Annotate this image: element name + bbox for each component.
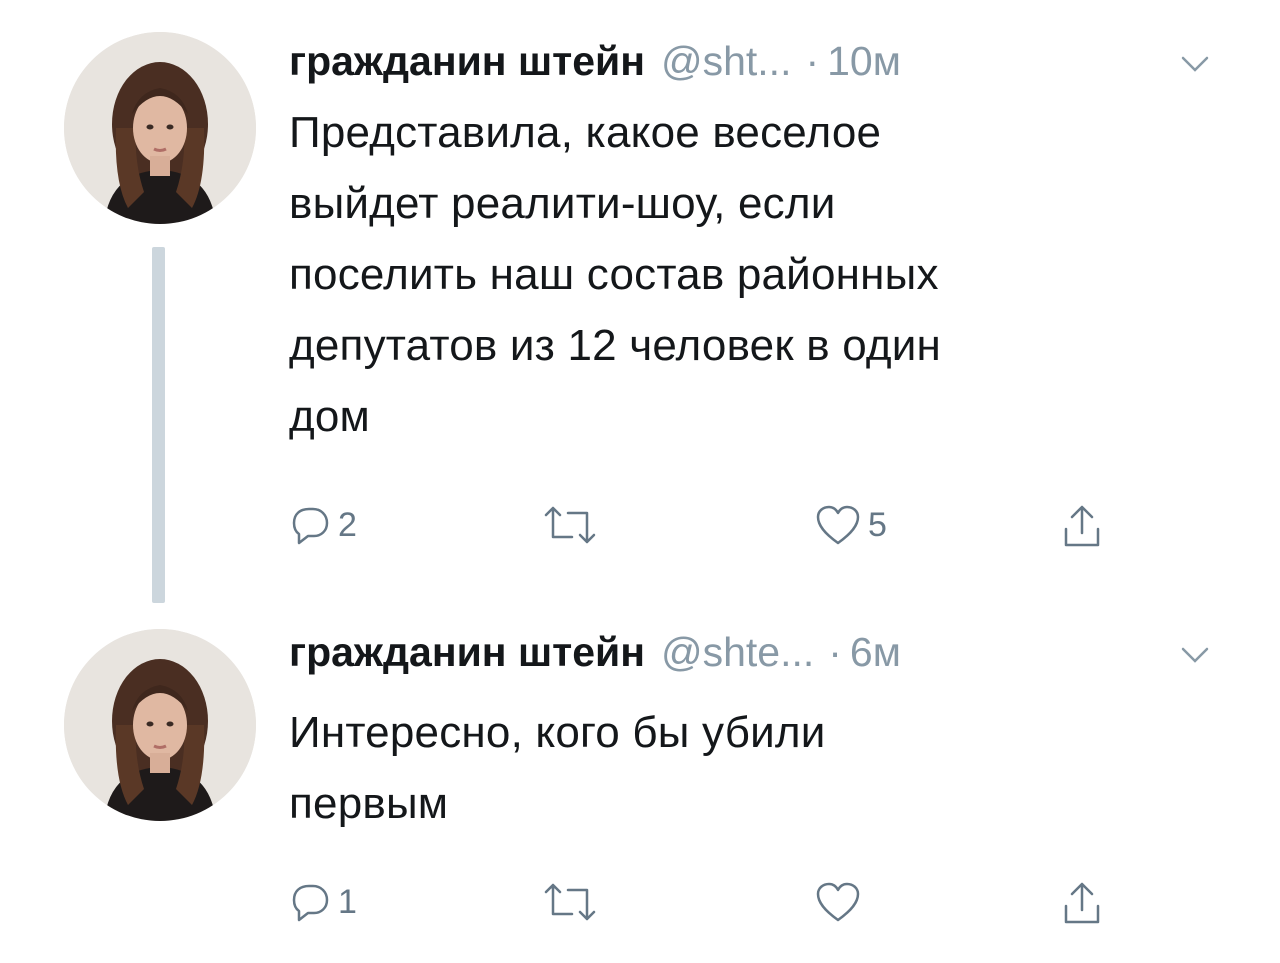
- separator-dot: ·: [805, 37, 820, 84]
- thread-line: [152, 247, 165, 603]
- heart-icon: [814, 503, 862, 547]
- display-name[interactable]: гражданин штейн: [289, 629, 645, 676]
- handle[interactable]: @sht...: [661, 38, 792, 85]
- tweet-header: гражданин штейн @shte... · 6м: [289, 627, 901, 677]
- handle[interactable]: @shte...: [661, 629, 814, 676]
- share-button[interactable]: [1060, 503, 1104, 551]
- reply-count: 1: [338, 882, 357, 921]
- reply-icon: [288, 503, 332, 547]
- reply-count: 2: [338, 505, 357, 544]
- tweet-text: Представила, какое веселое выйдет реалит…: [289, 108, 942, 441]
- timestamp[interactable]: 10м: [827, 38, 901, 85]
- retweet-icon: [540, 880, 600, 924]
- heart-icon: [814, 880, 862, 924]
- timestamp[interactable]: 6м: [850, 629, 901, 676]
- tweet[interactable]: гражданин штейн @sht... · 10м Представил…: [0, 0, 1280, 605]
- share-icon: [1060, 880, 1104, 928]
- reply-button[interactable]: 2: [288, 503, 357, 547]
- like-button[interactable]: [814, 880, 868, 924]
- tweet-text: Интересно, кого бы убили первым: [289, 708, 826, 828]
- like-count: 5: [868, 505, 887, 544]
- avatar[interactable]: [64, 32, 256, 224]
- share-icon: [1060, 503, 1104, 551]
- retweet-button[interactable]: [540, 880, 606, 924]
- retweet-icon: [540, 503, 600, 547]
- separator-dot: ·: [828, 628, 842, 675]
- chevron-down-icon[interactable]: [1180, 645, 1210, 667]
- retweet-button[interactable]: [540, 503, 606, 547]
- avatar[interactable]: [64, 629, 256, 821]
- reply-button[interactable]: 1: [288, 880, 357, 924]
- display-name[interactable]: гражданин штейн: [289, 38, 645, 85]
- share-button[interactable]: [1060, 880, 1104, 928]
- like-button[interactable]: 5: [814, 503, 887, 547]
- chevron-down-icon[interactable]: [1180, 54, 1210, 76]
- reply-icon: [288, 880, 332, 924]
- tweet[interactable]: гражданин штейн @shte... · 6м Интересно,…: [0, 605, 1280, 963]
- tweet-header: гражданин штейн @sht... · 10м: [289, 36, 901, 86]
